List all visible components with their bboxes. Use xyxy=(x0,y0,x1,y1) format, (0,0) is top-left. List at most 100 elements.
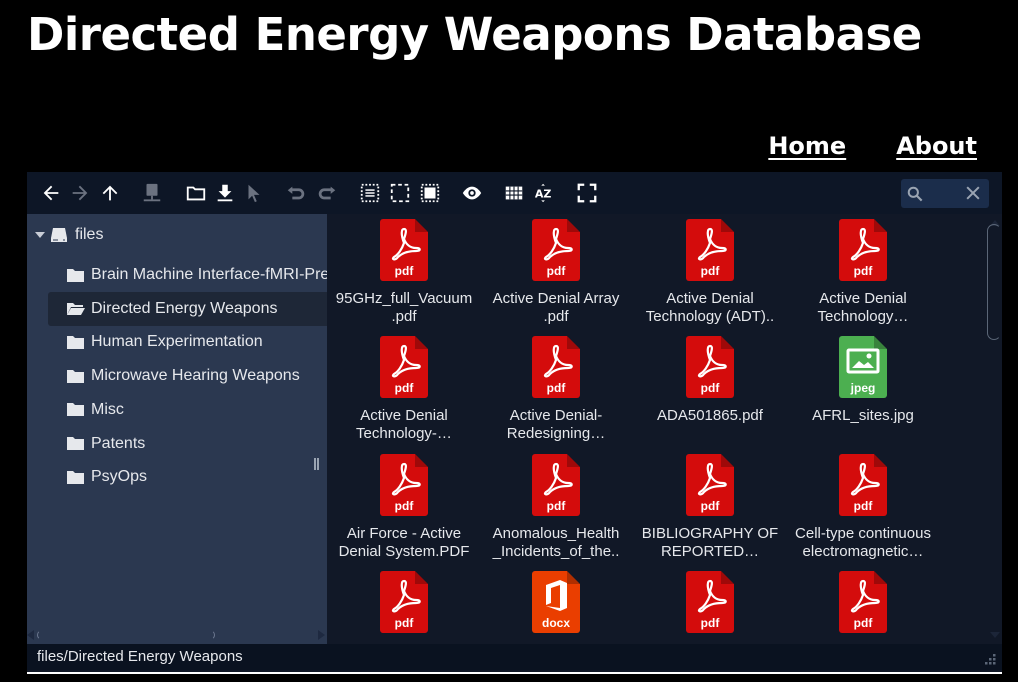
file-item[interactable]: pdf Active Denial Technology (ADT).. xyxy=(633,214,787,326)
tree-folder-item[interactable]: Microwave Hearing Weapons xyxy=(48,359,327,393)
site-title: Directed Energy Weapons Database xyxy=(27,8,922,61)
select-none-icon xyxy=(390,183,410,203)
folder-icon xyxy=(186,186,206,201)
file-item[interactable]: jpeg AFRL_sites.jpg xyxy=(786,331,940,443)
back-button[interactable] xyxy=(39,181,63,205)
drive-icon xyxy=(51,228,67,242)
svg-text:pdf: pdf xyxy=(395,381,415,395)
download-icon xyxy=(217,184,233,202)
file-item[interactable]: pdf Anomalous_Health _Incidents_of_the.. xyxy=(479,449,633,561)
sort-button[interactable]: AZ xyxy=(532,181,556,205)
fullscreen-button[interactable] xyxy=(575,181,599,205)
pdf-file-icon: pdf xyxy=(839,219,887,281)
file-item[interactable]: pdf xyxy=(786,566,940,644)
svg-text:pdf: pdf xyxy=(854,616,874,630)
file-name: ADA501865.pdf xyxy=(657,407,763,424)
file-item[interactable]: pdf ADA501865.pdf xyxy=(633,331,787,443)
svg-text:pdf: pdf xyxy=(701,616,721,630)
file-item[interactable]: pdf xyxy=(633,566,787,644)
tree-folder-label: Microwave Hearing Weapons xyxy=(91,367,300,385)
caret-down-icon[interactable] xyxy=(35,232,45,238)
select-all-button[interactable] xyxy=(358,181,382,205)
file-name: AFRL_sites.jpg xyxy=(812,407,914,424)
file-name: Active Denial Technology-… xyxy=(356,407,452,442)
file-item[interactable]: pdf Cell-type continuous electromagnetic… xyxy=(786,449,940,561)
pdf-file-icon: pdf xyxy=(532,454,580,516)
resize-grip-icon[interactable] xyxy=(983,652,997,666)
file-item[interactable]: pdf Active Denial- Redesigning… xyxy=(479,331,633,443)
file-name: Active Denial Technology (ADT).. xyxy=(645,290,775,325)
search-box xyxy=(901,179,989,208)
tree-root-files[interactable]: files xyxy=(35,224,103,246)
search-input[interactable] xyxy=(927,183,967,205)
svg-text:docx: docx xyxy=(542,616,570,630)
redo-button[interactable] xyxy=(315,181,339,205)
redo-icon xyxy=(318,186,336,200)
tree-folder-label: Misc xyxy=(91,400,124,418)
up-button[interactable] xyxy=(98,181,122,205)
file-name: Active Denial Technology… xyxy=(817,290,909,325)
tree-folder-item[interactable]: Brain Machine Interface-fMRI-Predictive … xyxy=(48,258,327,292)
file-item[interactable]: pdf Active Denial Technology… xyxy=(786,214,940,326)
download-button[interactable] xyxy=(213,181,237,205)
tree-folder-label: Directed Energy Weapons xyxy=(91,299,278,317)
docx-file-icon: docx xyxy=(532,571,580,633)
jpeg-file-icon: jpeg xyxy=(839,336,887,398)
select-invert-button[interactable] xyxy=(418,181,442,205)
tree-folder-label: Human Experimentation xyxy=(91,333,263,351)
svg-text:pdf: pdf xyxy=(701,264,721,278)
new-folder-button[interactable] xyxy=(184,181,208,205)
scroll-down-arrow[interactable] xyxy=(990,632,1000,638)
file-name: Active Denial- Redesigning… xyxy=(506,407,606,442)
nav-home-link[interactable]: Home xyxy=(768,132,846,160)
status-bar: files/Directed Energy Weapons xyxy=(27,644,1002,670)
svg-text:pdf: pdf xyxy=(395,499,415,513)
pdf-file-icon: pdf xyxy=(686,336,734,398)
arrow-right-icon xyxy=(72,185,88,201)
select-button[interactable] xyxy=(242,181,266,205)
sidebar-horizontal-scrollbar[interactable] xyxy=(27,628,327,642)
folder-icon xyxy=(67,470,84,484)
tree-folder-item[interactable]: Human Experimentation xyxy=(48,325,327,359)
eye-icon xyxy=(462,186,482,200)
view-grid-button[interactable] xyxy=(502,181,526,205)
forward-button[interactable] xyxy=(68,181,92,205)
preview-button[interactable] xyxy=(460,181,484,205)
tree-folder-item[interactable]: Misc xyxy=(48,393,327,427)
pdf-file-icon: pdf xyxy=(380,219,428,281)
clear-search-icon[interactable] xyxy=(963,183,983,203)
scrollbar-thumb[interactable] xyxy=(37,630,215,640)
file-grid: pdf 95GHz_full_Vacuum .pdf pdf Active Denia… xyxy=(327,214,1002,644)
fullscreen-icon xyxy=(577,183,597,203)
file-name: Anomalous_Health _Incidents_of_the.. xyxy=(492,525,620,560)
select-none-button[interactable] xyxy=(388,181,412,205)
tree-root-label: files xyxy=(75,226,104,243)
nav-about-link[interactable]: About xyxy=(896,132,977,160)
sidebar-resize-handle[interactable] xyxy=(314,458,319,470)
file-grid-vertical-scrollbar[interactable] xyxy=(987,224,1001,340)
arrow-up-icon xyxy=(102,185,118,201)
tree-folder-item[interactable]: Patents xyxy=(48,427,327,461)
file-name: Air Force - Active Denial System.PDF xyxy=(338,525,470,560)
tree-folder-item[interactable]: PsyOps xyxy=(48,460,327,494)
svg-text:pdf: pdf xyxy=(395,264,415,278)
file-item[interactable]: pdf BIBLIOGRAPHY OF REPORTED… xyxy=(633,449,787,561)
file-item[interactable]: pdf Active Denial Technology-… xyxy=(327,331,481,443)
cursor-icon xyxy=(248,184,260,203)
network-drive-button[interactable] xyxy=(140,181,164,205)
file-item[interactable]: pdf xyxy=(327,566,481,644)
file-name: BIBLIOGRAPHY OF REPORTED… xyxy=(641,525,779,560)
scroll-right-arrow[interactable] xyxy=(318,630,325,640)
site-nav: Home About xyxy=(768,132,977,160)
pdf-file-icon: pdf xyxy=(686,571,734,633)
file-item[interactable]: docx xyxy=(479,566,633,644)
pdf-file-icon: pdf xyxy=(686,219,734,281)
svg-text:AZ: AZ xyxy=(535,188,552,201)
file-item[interactable]: pdf Air Force - Active Denial System.PDF xyxy=(327,449,481,561)
tree-folder-label: PsyOps xyxy=(91,468,148,486)
undo-button[interactable] xyxy=(284,181,308,205)
file-item[interactable]: pdf Active Denial Array .pdf xyxy=(479,214,633,326)
scroll-left-arrow[interactable] xyxy=(27,630,34,640)
file-item[interactable]: pdf 95GHz_full_Vacuum .pdf xyxy=(327,214,481,326)
tree-folder-item[interactable]: Directed Energy Weapons xyxy=(48,291,327,326)
